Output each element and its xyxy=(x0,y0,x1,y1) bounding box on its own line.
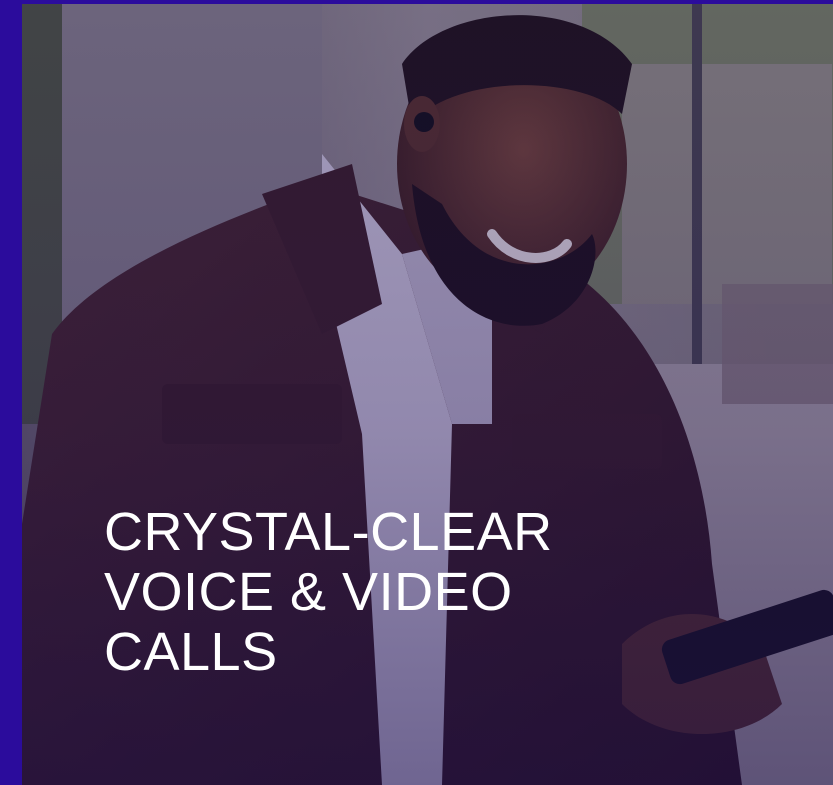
hero-banner: CRYSTAL-CLEAR VOICE & VIDEO CALLS xyxy=(0,0,833,785)
headline-line-1: CRYSTAL-CLEAR xyxy=(104,502,553,562)
headline-line-2: VOICE & VIDEO xyxy=(104,562,513,622)
frame-left-border xyxy=(0,0,22,785)
hero-headline: CRYSTAL-CLEAR VOICE & VIDEO CALLS xyxy=(104,502,804,682)
headline-line-3: CALLS xyxy=(104,622,278,682)
